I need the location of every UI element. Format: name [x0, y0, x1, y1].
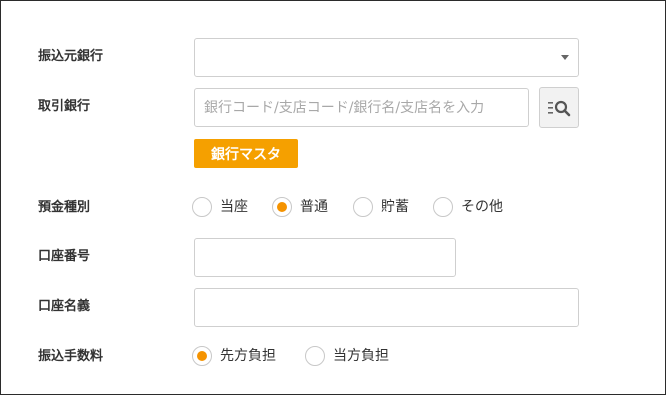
- list-search-icon: [548, 100, 571, 117]
- radio-label: 当座: [220, 199, 248, 215]
- deposit-type-option-savings[interactable]: 貯蓄: [353, 197, 409, 217]
- account-number-input[interactable]: [194, 238, 456, 277]
- partner-bank-label: 取引銀行: [38, 99, 91, 114]
- partner-bank-search-input[interactable]: [194, 88, 529, 127]
- account-name-input[interactable]: [194, 288, 579, 327]
- radio-circle: [353, 197, 373, 217]
- radio-circle-checked: [192, 346, 212, 366]
- account-number-label: 口座番号: [38, 249, 91, 264]
- source-bank-label: 振込元銀行: [38, 49, 104, 64]
- bank-master-button[interactable]: 銀行マスタ: [194, 139, 298, 168]
- radio-label: 先方負担: [220, 348, 276, 364]
- transfer-fee-option-recipient[interactable]: 先方負担: [192, 346, 276, 366]
- radio-circle: [305, 346, 325, 366]
- chevron-down-icon: [561, 55, 569, 60]
- account-name-label: 口座名義: [38, 299, 91, 314]
- source-bank-select[interactable]: [194, 38, 579, 77]
- radio-label: 貯蓄: [381, 199, 409, 215]
- transfer-fee-label: 振込手数料: [38, 349, 104, 364]
- bank-account-form: 振込元銀行 取引銀行 銀行マスタ 預金種別 当座 普通 貯蓄 その他 口座番号 …: [0, 0, 666, 395]
- radio-circle: [433, 197, 453, 217]
- deposit-type-option-ordinary[interactable]: 普通: [272, 197, 328, 217]
- transfer-fee-option-sender[interactable]: 当方負担: [305, 346, 389, 366]
- radio-circle-checked: [272, 197, 292, 217]
- radio-circle: [192, 197, 212, 217]
- deposit-type-option-other[interactable]: その他: [433, 197, 503, 217]
- radio-label: その他: [461, 199, 503, 215]
- deposit-type-label: 預金種別: [38, 200, 91, 215]
- bank-search-button[interactable]: [539, 87, 579, 128]
- radio-label: 普通: [300, 199, 328, 215]
- deposit-type-option-current[interactable]: 当座: [192, 197, 248, 217]
- radio-label: 当方負担: [333, 348, 389, 364]
